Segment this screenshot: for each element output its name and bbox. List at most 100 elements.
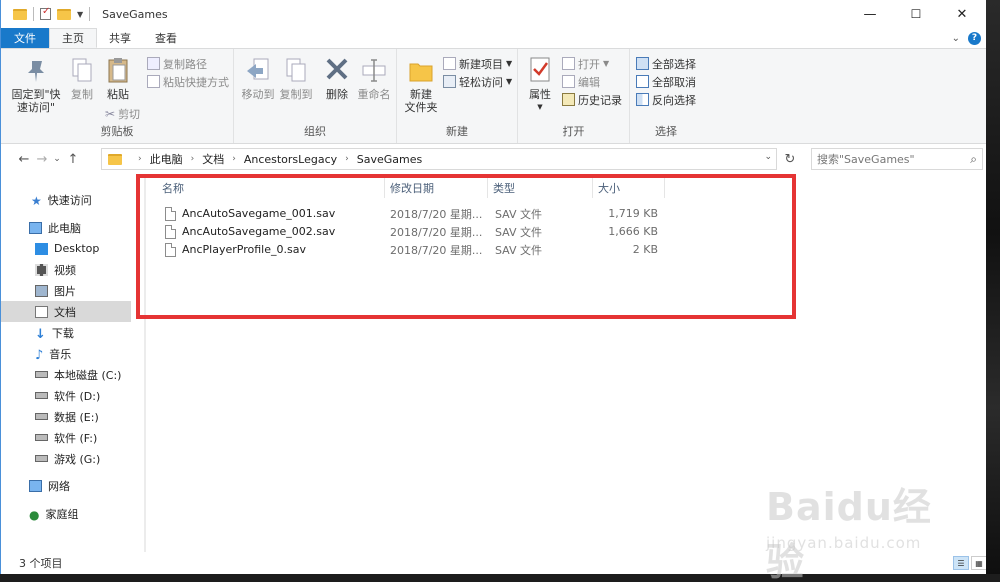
file-row[interactable]: AncPlayerProfile_0.sav 2018/7/20 星期... S… bbox=[161, 240, 661, 259]
cut-button[interactable]: ✂ 剪切 bbox=[105, 105, 140, 122]
column-header-date-modified[interactable]: 修改日期 bbox=[385, 178, 488, 198]
navigation-pane-scrollbar[interactable] bbox=[144, 178, 146, 552]
breadcrumb-separator-icon[interactable]: › bbox=[138, 154, 142, 164]
new-folder-icon[interactable] bbox=[57, 8, 71, 20]
chevron-down-icon: ▼ bbox=[506, 59, 513, 68]
file-type: SAV 文件 bbox=[495, 243, 543, 257]
column-header-type[interactable]: 类型 bbox=[488, 178, 593, 198]
move-to-button[interactable]: 移动到 bbox=[240, 55, 276, 101]
open-button[interactable]: 打开 ▼ bbox=[562, 55, 609, 72]
breadcrumb-documents[interactable]: 文档 bbox=[202, 151, 224, 167]
file-type: SAV 文件 bbox=[495, 225, 543, 239]
folder-icon bbox=[13, 8, 27, 20]
new-item-icon bbox=[443, 57, 456, 70]
breadcrumb-separator-icon[interactable]: › bbox=[191, 154, 195, 164]
tab-file[interactable]: 文件 bbox=[1, 28, 49, 48]
minimize-button[interactable]: — bbox=[847, 0, 893, 28]
nav-item-homegroup[interactable]: ● 家庭组 bbox=[1, 503, 131, 524]
file-date: 2018/7/20 星期... bbox=[390, 225, 483, 239]
nav-item-music[interactable]: ♪ 音乐 bbox=[1, 343, 131, 364]
star-icon: ★ bbox=[31, 193, 42, 208]
pin-to-quick-access-button[interactable]: 固定到"快 速访问" bbox=[11, 55, 61, 114]
address-history-chevron-icon[interactable]: ⌄ bbox=[764, 152, 772, 162]
column-header-size[interactable]: 大小 bbox=[593, 178, 665, 198]
copy-icon bbox=[68, 55, 96, 85]
quick-access-toolbar: ▼ bbox=[1, 6, 91, 21]
paste-button[interactable]: 粘贴 bbox=[101, 55, 135, 101]
properties-icon[interactable] bbox=[40, 6, 51, 20]
navigation-pane: ★ 快速访问 此电脑 Desktop 视频 图片 文档 ↓ 下载 ♪ 音乐 本地… bbox=[1, 178, 146, 552]
properties-button[interactable]: 属性 ▼ bbox=[524, 55, 556, 114]
recent-locations-chevron-icon[interactable]: ⌄ bbox=[51, 154, 63, 164]
copy-path-icon bbox=[147, 57, 160, 70]
breadcrumb-separator-icon[interactable]: › bbox=[232, 154, 236, 164]
up-arrow-icon[interactable]: ↑ bbox=[63, 152, 83, 167]
maximize-button[interactable]: ☐ bbox=[893, 0, 939, 28]
nav-item-drive-d[interactable]: 软件 (D:) bbox=[1, 385, 131, 406]
nav-item-network[interactable]: 网络 bbox=[1, 475, 131, 496]
copy-path-button[interactable]: 复制路径 bbox=[147, 55, 207, 72]
tab-view[interactable]: 查看 bbox=[143, 28, 189, 48]
chevron-down-icon: ▼ bbox=[537, 103, 543, 111]
invert-selection-button[interactable]: 反向选择 bbox=[636, 91, 696, 108]
file-row[interactable]: AncAutoSavegame_002.sav 2018/7/20 星期... … bbox=[161, 222, 661, 241]
open-icon bbox=[562, 57, 575, 70]
refresh-icon[interactable]: ↻ bbox=[780, 149, 800, 169]
breadcrumb-this-pc[interactable]: 此电脑 bbox=[150, 151, 183, 167]
open-group-label: 打开 bbox=[562, 125, 585, 138]
large-icons-view-icon[interactable]: ▦ bbox=[971, 556, 987, 570]
breadcrumb-separator-icon[interactable]: › bbox=[345, 154, 349, 164]
rename-button[interactable]: 重命名 bbox=[356, 55, 392, 101]
pin-icon bbox=[22, 55, 50, 85]
copy-to-button[interactable]: 复制到 bbox=[278, 55, 314, 101]
breadcrumb-savegames[interactable]: SaveGames bbox=[357, 153, 422, 166]
tab-share[interactable]: 共享 bbox=[97, 28, 143, 48]
new-folder-button[interactable]: 新建 文件夹 bbox=[401, 55, 441, 114]
nav-item-documents[interactable]: 文档 bbox=[1, 301, 131, 322]
nav-item-drive-g[interactable]: 游戏 (G:) bbox=[1, 448, 131, 469]
nav-item-quick-access[interactable]: ★ 快速访问 bbox=[1, 189, 131, 210]
back-arrow-icon[interactable]: ← bbox=[15, 152, 33, 167]
easy-access-button[interactable]: 轻松访问 ▼ bbox=[443, 73, 512, 90]
nav-item-pictures[interactable]: 图片 bbox=[1, 280, 131, 301]
drive-icon bbox=[35, 434, 48, 441]
close-button[interactable]: ✕ bbox=[939, 0, 985, 28]
organize-group: 移动到 复制到 删除 重命名 组织 bbox=[234, 49, 397, 143]
nav-item-this-pc[interactable]: 此电脑 bbox=[1, 217, 131, 238]
nav-item-videos[interactable]: 视频 bbox=[1, 259, 131, 280]
ribbon-collapse-chevron-icon[interactable]: ⌄ bbox=[952, 33, 960, 44]
new-item-button[interactable]: 新建项目 ▼ bbox=[443, 55, 512, 72]
drive-icon bbox=[35, 392, 48, 399]
search-input[interactable]: 搜索"SaveGames" ⌕ bbox=[811, 148, 983, 170]
edit-button[interactable]: 编辑 bbox=[562, 73, 600, 90]
file-date: 2018/7/20 星期... bbox=[390, 207, 483, 221]
history-button[interactable]: 历史记录 bbox=[562, 91, 622, 108]
customize-toolbar-chevron-icon[interactable]: ▼ bbox=[77, 10, 83, 19]
breadcrumb-ancestorslegacy[interactable]: AncestorsLegacy bbox=[244, 153, 337, 166]
edit-pencil-icon bbox=[562, 75, 575, 88]
help-icon[interactable]: ? bbox=[968, 31, 981, 45]
tab-home[interactable]: 主页 bbox=[49, 28, 97, 48]
nav-item-drive-e[interactable]: 数据 (E:) bbox=[1, 406, 131, 427]
nav-item-downloads[interactable]: ↓ 下载 bbox=[1, 322, 131, 343]
nav-item-desktop[interactable]: Desktop bbox=[1, 238, 131, 259]
copy-to-icon bbox=[282, 55, 310, 85]
column-header-name[interactable]: 名称 bbox=[157, 178, 385, 198]
nav-item-drive-f[interactable]: 软件 (F:) bbox=[1, 427, 131, 448]
file-type: SAV 文件 bbox=[495, 207, 543, 221]
file-name: AncAutoSavegame_001.sav bbox=[182, 207, 336, 220]
rename-icon bbox=[360, 55, 388, 85]
paste-shortcut-button[interactable]: 粘贴快捷方式 bbox=[147, 73, 229, 90]
search-icon[interactable]: ⌕ bbox=[970, 152, 977, 167]
nav-item-drive-c[interactable]: 本地磁盘 (C:) bbox=[1, 364, 131, 385]
delete-button[interactable]: 删除 bbox=[322, 55, 352, 101]
copy-button[interactable]: 复制 bbox=[65, 55, 99, 101]
file-name: AncAutoSavegame_002.sav bbox=[182, 225, 336, 238]
file-row[interactable]: AncAutoSavegame_001.sav 2018/7/20 星期... … bbox=[161, 204, 661, 223]
forward-arrow-icon[interactable]: → bbox=[33, 152, 51, 167]
address-bar[interactable]: › 此电脑 › 文档 › AncestorsLegacy › SaveGames… bbox=[101, 148, 777, 170]
select-none-button[interactable]: 全部取消 bbox=[636, 73, 696, 90]
properties-icon bbox=[526, 55, 554, 85]
file-date: 2018/7/20 星期... bbox=[390, 243, 483, 257]
select-all-button[interactable]: 全部选择 bbox=[636, 55, 696, 72]
